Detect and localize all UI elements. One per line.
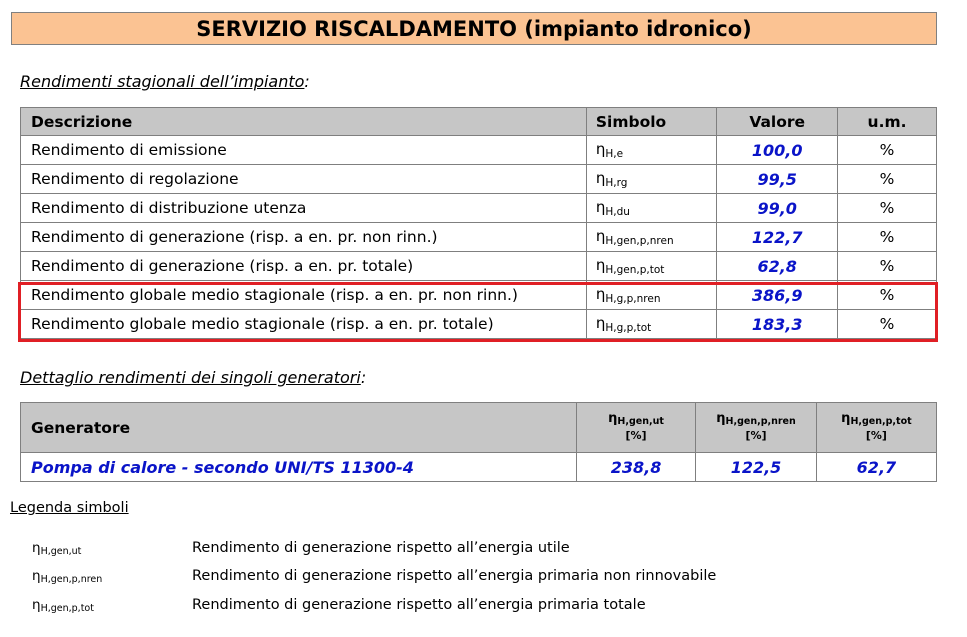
row-description: Rendimento di generazione (risp. a en. p… — [20, 222, 587, 252]
row-value: 62,8 — [716, 251, 839, 281]
table-header-row: Descrizione Simbolo Valore u.m. — [20, 107, 937, 136]
row-unit: % — [837, 164, 937, 194]
row-unit: % — [837, 222, 937, 252]
symbol-subscript: H,gen,p,tot — [605, 264, 665, 276]
row-symbol: ηH,g,p,tot — [585, 309, 718, 339]
row-value: 99,0 — [716, 193, 839, 223]
eta-symbol: η — [32, 597, 41, 613]
row-description: Rendimento di distribuzione utenza — [20, 193, 587, 223]
row-unit: % — [837, 251, 937, 281]
symbol-subscript: H,gen,ut — [617, 415, 664, 427]
eta-symbol: η — [595, 256, 606, 274]
row-description: Rendimento globale medio stagionale (ris… — [20, 280, 587, 310]
eta-symbol: η — [595, 314, 606, 332]
col-header-um: u.m. — [837, 107, 937, 136]
col-header-valore: Valore — [716, 107, 839, 136]
unit-label: [%] — [625, 428, 647, 442]
page-title: SERVIZIO RISCALDAMENTO (impianto idronic… — [11, 12, 937, 45]
symbol-subscript: H,g,p,tot — [605, 322, 652, 334]
row-symbol: ηH,e — [585, 135, 718, 165]
eta-symbol: η — [32, 540, 41, 556]
row-value: 386,9 — [716, 280, 839, 310]
row-value: 122,7 — [716, 222, 839, 252]
symbol-subscript: H,g,p,nren — [605, 293, 661, 305]
symbol-subscript: H,gen,p,tot — [40, 603, 94, 614]
symbol-subscript: H,e — [605, 148, 624, 160]
table-row-highlighted: Rendimento globale medio stagionale (ris… — [20, 280, 937, 310]
eta-symbol: η — [595, 198, 606, 216]
legend-item: ηH,gen,ut Rendimento di generazione risp… — [32, 540, 570, 557]
legend-symbol: ηH,gen,ut — [32, 540, 192, 557]
unit-label: [%] — [745, 428, 767, 442]
table-row: Pompa di calore - secondo UNI/TS 11300-4… — [20, 452, 938, 482]
row-value: 100,0 — [716, 135, 839, 165]
generator-value-gen-p-tot: 62,7 — [815, 452, 938, 482]
col-header-generatore: Generatore — [20, 402, 577, 453]
section-label-seasonal-text: Rendimenti stagionali dell’impianto — [20, 72, 305, 91]
symbol-subscript: H,du — [605, 206, 630, 218]
table-row: Rendimento di regolazione ηH,rg 99,5 % — [20, 164, 937, 194]
table-row-highlighted: Rendimento globale medio stagionale (ris… — [20, 309, 937, 339]
legend-text: Rendimento di generazione rispetto all’e… — [192, 540, 570, 556]
eta-symbol: η — [716, 410, 726, 426]
row-unit: % — [837, 135, 937, 165]
col-header-gen-ut: ηH,gen,ut [%] — [575, 402, 697, 453]
section-label-seasonal-suffix: : — [304, 72, 310, 91]
generator-efficiency-table: Generatore ηH,gen,ut [%] ηH,gen,p,nren [… — [20, 402, 938, 482]
col-header-gen-p-tot: ηH,gen,p,tot [%] — [815, 402, 938, 453]
table-row: Rendimento di distribuzione utenza ηH,du… — [20, 193, 937, 223]
generator-value-gen-p-nren: 122,5 — [695, 452, 817, 482]
col-header-simbolo: Simbolo — [585, 107, 718, 136]
row-unit: % — [837, 193, 937, 223]
eta-symbol: η — [595, 285, 606, 303]
section-label-seasonal: Rendimenti stagionali dell’impianto: — [20, 72, 310, 91]
symbol-subscript: H,rg — [605, 177, 628, 189]
row-description: Rendimento di emissione — [20, 135, 587, 165]
eta-symbol: η — [595, 169, 606, 187]
table-row: Rendimento di generazione (risp. a en. p… — [20, 251, 937, 281]
row-symbol: ηH,gen,p,tot — [585, 251, 718, 281]
col-header-descrizione: Descrizione — [20, 107, 587, 136]
legend-text: Rendimento di generazione rispetto all’e… — [192, 568, 717, 584]
row-symbol: ηH,rg — [585, 164, 718, 194]
seasonal-efficiency-table: Descrizione Simbolo Valore u.m. Rendimen… — [20, 107, 937, 339]
row-value: 183,3 — [716, 309, 839, 339]
legend-text: Rendimento di generazione rispetto all’e… — [192, 597, 646, 613]
eta-symbol: η — [595, 140, 606, 158]
eta-symbol: η — [32, 568, 41, 584]
table-row: Rendimento di generazione (risp. a en. p… — [20, 222, 937, 252]
row-symbol: ηH,du — [585, 193, 718, 223]
section-label-generators-text: Dettaglio rendimenti dei singoli generat… — [20, 368, 361, 387]
section-label-generators-suffix: : — [360, 368, 367, 387]
row-unit: % — [837, 309, 937, 339]
eta-symbol: η — [595, 227, 606, 245]
row-symbol: ηH,g,p,nren — [585, 280, 718, 310]
symbol-subscript: H,gen,p,nren — [605, 235, 674, 247]
legend-item: ηH,gen,p,tot Rendimento di generazione r… — [32, 597, 646, 614]
col-header-gen-p-nren: ηH,gen,p,nren [%] — [695, 402, 817, 453]
generator-name: Pompa di calore - secondo UNI/TS 11300-4 — [20, 452, 577, 482]
table-header-row: Generatore ηH,gen,ut [%] ηH,gen,p,nren [… — [20, 402, 938, 453]
table-row: Rendimento di emissione ηH,e 100,0 % — [20, 135, 937, 165]
symbol-subscript: H,gen,p,nren — [40, 574, 103, 585]
symbol-subscript: H,gen,ut — [40, 546, 82, 557]
unit-label: [%] — [865, 428, 887, 442]
row-description: Rendimento di regolazione — [20, 164, 587, 194]
symbol-subscript: H,gen,p,tot — [850, 415, 912, 427]
legend-symbol: ηH,gen,p,tot — [32, 597, 192, 614]
row-value: 99,5 — [716, 164, 839, 194]
legend-title: Legenda simboli — [10, 500, 129, 516]
row-symbol: ηH,gen,p,nren — [585, 222, 718, 252]
legend-item: ηH,gen,p,nren Rendimento di generazione … — [32, 568, 716, 585]
row-description: Rendimento di generazione (risp. a en. p… — [20, 251, 587, 281]
page-title-text: SERVIZIO RISCALDAMENTO (impianto idronic… — [196, 16, 752, 41]
generator-value-gen-ut: 238,8 — [575, 452, 697, 482]
symbol-subscript: H,gen,p,nren — [725, 415, 796, 427]
section-label-generators: Dettaglio rendimenti dei singoli generat… — [20, 368, 366, 387]
row-description: Rendimento globale medio stagionale (ris… — [20, 309, 587, 339]
legend-symbol: ηH,gen,p,nren — [32, 568, 192, 585]
row-unit: % — [837, 280, 937, 310]
